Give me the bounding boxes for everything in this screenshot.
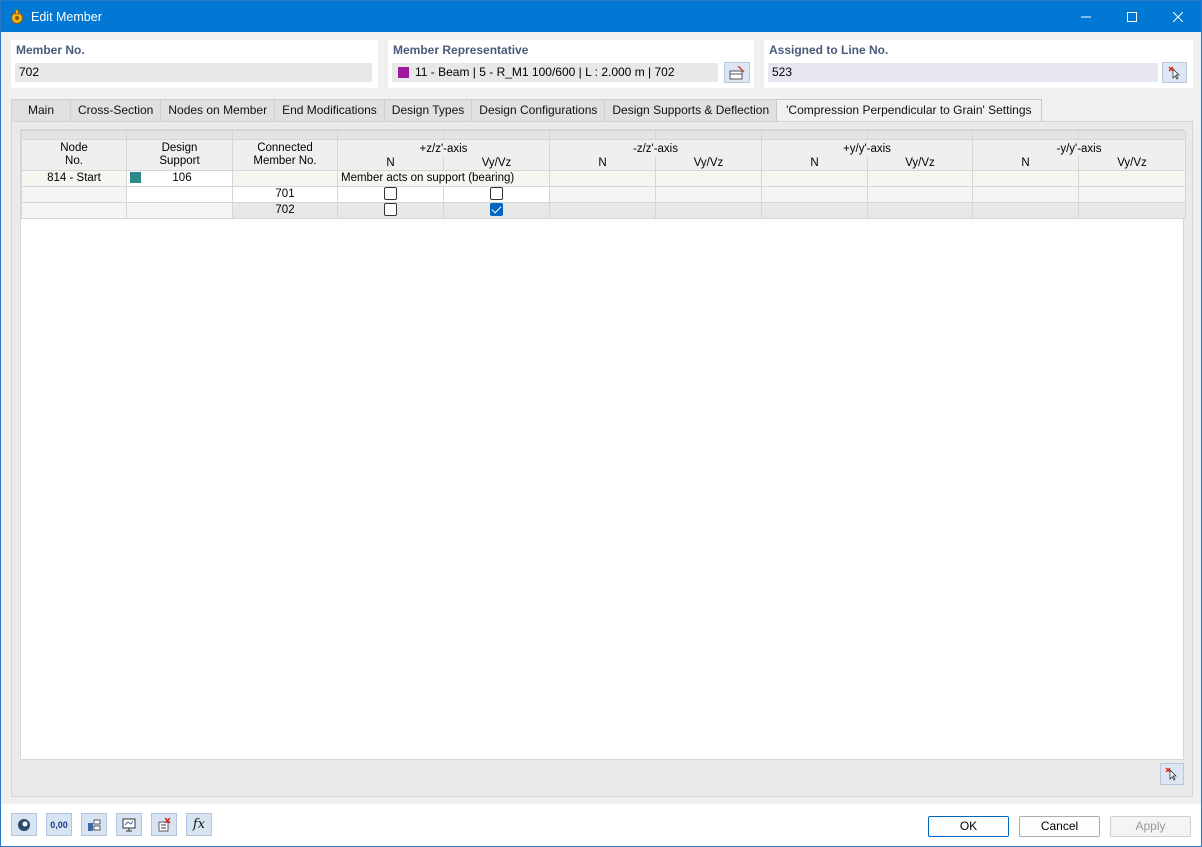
member-representative-field[interactable]: 11 - Beam | 5 - R_M1 100/600 | L : 2.000… <box>392 63 718 82</box>
column-my-n: N <box>972 155 1079 171</box>
tab-content-panel: Node No. Design Support Connected Member… <box>11 121 1193 797</box>
pick-member-icon <box>729 65 745 79</box>
design-support-value: 106 <box>172 172 192 184</box>
assigned-line-field[interactable]: 523 <box>768 63 1158 82</box>
member-representative-group: Member Representative 11 - Beam | 5 - R_… <box>388 40 754 88</box>
bearing-group-label: Member acts on support (bearing) <box>337 170 550 187</box>
delete-icon <box>158 816 171 831</box>
table-row: 814 - Start 106 Member acts on support (… <box>21 170 1186 187</box>
pick-line-button[interactable] <box>1162 62 1187 83</box>
column-mz-n: N <box>549 155 656 171</box>
settings-table: Node No. Design Support Connected Member… <box>21 130 1186 219</box>
column-group-pos-y: +y/y'-axis <box>761 139 973 156</box>
column-connected-member: Connected Member No. <box>232 139 338 171</box>
help-button[interactable] <box>11 813 37 836</box>
column-node-no: Node No. <box>21 139 127 171</box>
cancel-button[interactable]: Cancel <box>1019 816 1100 837</box>
ok-button[interactable]: OK <box>928 816 1009 837</box>
close-icon <box>1173 11 1183 22</box>
member-representative-value: 11 - Beam | 5 - R_M1 100/600 | L : 2.000… <box>415 65 675 79</box>
model-icon <box>88 819 101 831</box>
table-row: 701 <box>21 186 1186 203</box>
member-no-group: Member No. 702 <box>11 40 378 88</box>
column-group-neg-y: -y/y'-axis <box>972 139 1186 156</box>
model-button[interactable] <box>81 813 107 836</box>
assigned-line-label: Assigned to Line No. <box>769 43 889 57</box>
tab-design-types[interactable]: Design Types <box>383 99 473 121</box>
tab-design-supports-deflection[interactable]: Design Supports & Deflection <box>604 99 778 121</box>
tab-compression-perpendicular[interactable]: 'Compression Perpendicular to Grain' Set… <box>776 99 1042 122</box>
checkbox[interactable] <box>384 187 397 201</box>
settings-grid-area: Node No. Design Support Connected Member… <box>20 129 1186 760</box>
column-pz-v: Vy/Vz <box>443 155 550 171</box>
member-no-label: Member No. <box>16 43 85 57</box>
column-py-n: N <box>761 155 868 171</box>
tab-main[interactable]: Main <box>11 99 71 121</box>
checkbox-checked[interactable] <box>490 203 503 217</box>
column-mz-v: Vy/Vz <box>655 155 762 171</box>
tab-end-modifications[interactable]: End Modifications <box>274 99 385 121</box>
column-group-neg-z: -z/z'-axis <box>549 139 762 156</box>
apply-button[interactable]: Apply <box>1110 816 1191 837</box>
member-representative-label: Member Representative <box>393 43 529 57</box>
minimize-icon <box>1081 16 1091 17</box>
node-no-cell[interactable]: 814 - Start <box>21 170 127 187</box>
column-group-pos-z: +z/z'-axis <box>337 139 550 156</box>
connected-member-cell[interactable]: 702 <box>232 202 338 219</box>
close-button[interactable] <box>1155 1 1201 32</box>
units-icon: 0,00 <box>50 819 68 830</box>
app-icon <box>9 9 25 25</box>
column-design-support: Design Support <box>126 139 233 171</box>
support-color-swatch <box>130 172 141 184</box>
connected-member-cell[interactable]: 701 <box>232 186 338 203</box>
units-button[interactable]: 0,00 <box>46 813 72 836</box>
delete-button[interactable] <box>151 813 177 836</box>
member-color-swatch <box>398 67 409 78</box>
column-py-v: Vy/Vz <box>867 155 973 171</box>
edit-member-window: Edit Member Member No. 702 Member Repres… <box>0 0 1202 847</box>
assigned-line-group: Assigned to Line No. 523 <box>764 40 1193 88</box>
checkbox[interactable] <box>384 203 397 217</box>
column-pz-n: N <box>337 155 444 171</box>
tab-nodes-on-member[interactable]: Nodes on Member <box>160 99 276 121</box>
pick-in-model-button[interactable] <box>1160 763 1184 785</box>
pz-v-checkbox-cell[interactable] <box>443 186 550 203</box>
display-icon <box>122 818 136 831</box>
formula-button[interactable]: fx <box>186 813 212 836</box>
select-representative-button[interactable] <box>724 62 750 83</box>
pick-cursor-icon <box>1165 767 1177 781</box>
display-button[interactable] <box>116 813 142 836</box>
column-my-v: Vy/Vz <box>1078 155 1186 171</box>
maximize-button[interactable] <box>1109 1 1155 32</box>
dialog-footer: 0,00 fx OK Cancel Apply <box>1 804 1201 846</box>
tab-design-configurations[interactable]: Design Configurations <box>471 99 606 121</box>
tab-bar: Main Cross-Section Nodes on Member End M… <box>11 99 1042 122</box>
pz-n-checkbox-cell[interactable] <box>337 202 444 219</box>
tab-cross-section[interactable]: Cross-Section <box>70 99 162 121</box>
pick-cursor-icon <box>1168 66 1180 80</box>
title-bar: Edit Member <box>1 1 1201 32</box>
pz-n-checkbox-cell[interactable] <box>337 186 444 203</box>
formula-icon: fx <box>192 817 206 832</box>
minimize-button[interactable] <box>1063 1 1109 32</box>
design-support-cell[interactable]: 106 <box>126 170 233 187</box>
checkbox[interactable] <box>490 187 503 201</box>
window-title: Edit Member <box>31 9 102 24</box>
pz-v-checkbox-cell[interactable] <box>443 202 550 219</box>
maximize-icon <box>1127 11 1137 22</box>
member-no-field[interactable]: 702 <box>15 63 372 82</box>
table-row: 702 <box>21 202 1186 219</box>
help-icon <box>18 818 30 831</box>
